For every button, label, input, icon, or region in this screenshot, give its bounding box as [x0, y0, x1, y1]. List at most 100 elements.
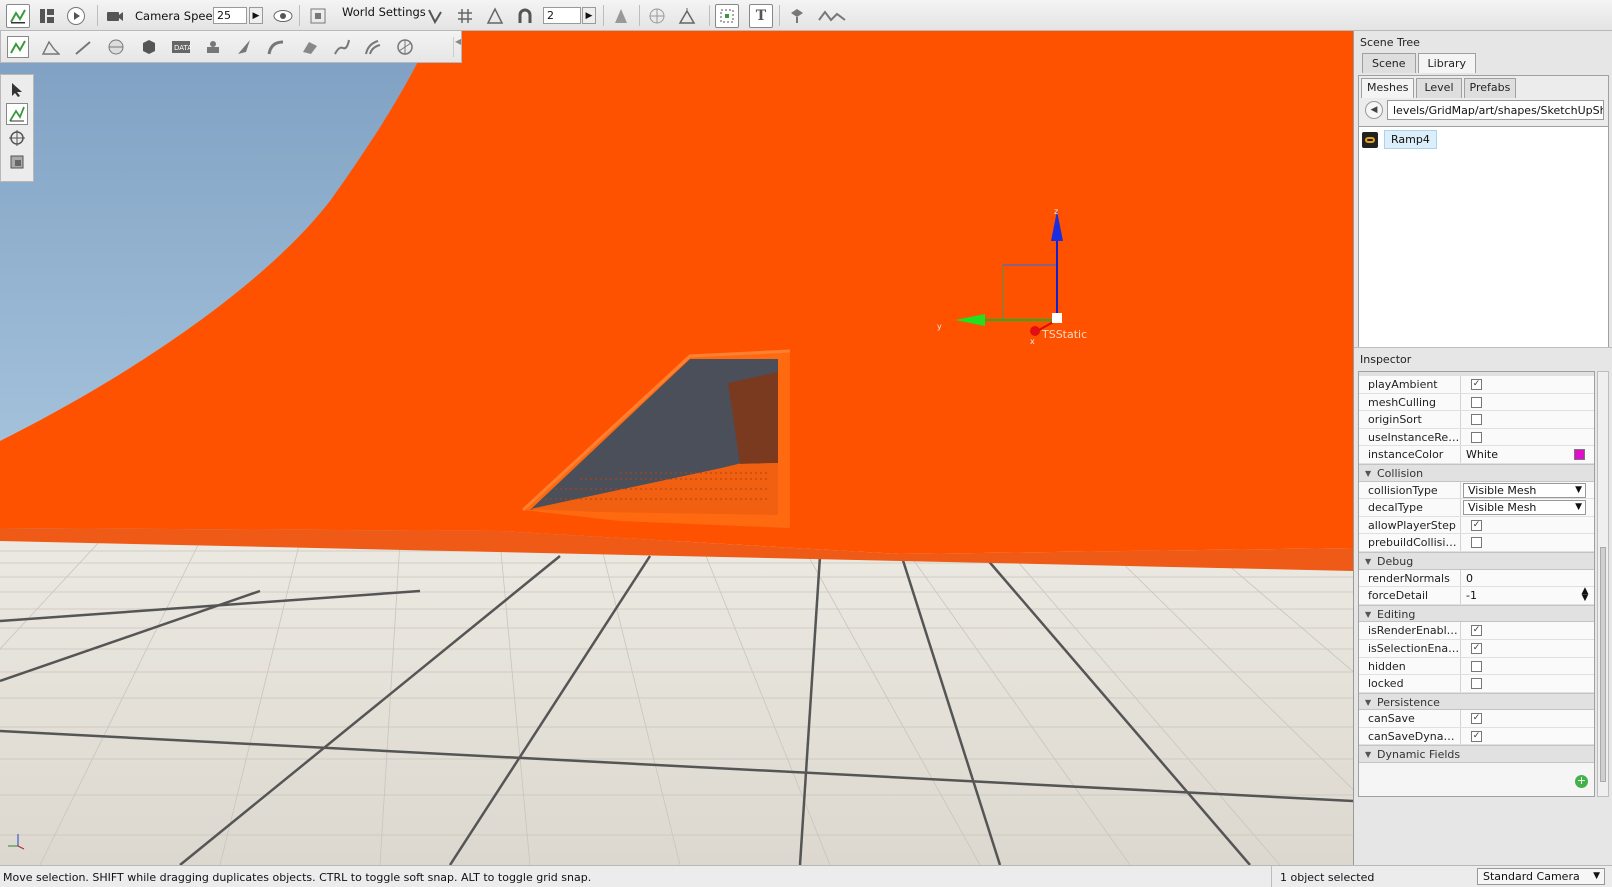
field-label: canSaveDynamic... — [1368, 729, 1460, 743]
section-label: Collision — [1377, 466, 1424, 480]
checkbox[interactable] — [1471, 396, 1482, 408]
checkbox[interactable] — [1471, 431, 1482, 443]
datablock-editor-icon[interactable]: DATA — [170, 36, 192, 58]
field-label: locked — [1368, 677, 1404, 691]
navmesh-editor-icon[interactable] — [394, 36, 416, 58]
gui-editor-icon[interactable] — [35, 4, 59, 28]
camera-speed-field[interactable]: 25 — [213, 7, 247, 24]
text-labels-icon[interactable]: T — [749, 4, 773, 28]
field-row: useInstanceRend... — [1359, 428, 1594, 447]
sketch-tool-icon[interactable] — [138, 36, 160, 58]
list-item[interactable]: Ramp4 — [1362, 130, 1437, 149]
rotate-tool-icon[interactable] — [6, 127, 28, 149]
tab-prefabs[interactable]: Prefabs — [1463, 78, 1517, 98]
play-icon[interactable] — [64, 4, 88, 28]
object-center-icon[interactable] — [609, 4, 633, 28]
field-dropdown[interactable]: Visible Mesh ▼ — [1463, 482, 1586, 498]
section-header[interactable]: ▼ Persistence — [1359, 692, 1594, 711]
field-row: hidden — [1359, 657, 1594, 676]
move-tool-icon[interactable] — [6, 103, 28, 125]
spinner-arrows-icon[interactable]: ▲ ▼ — [1578, 587, 1592, 603]
field-row: allowPlayerStep ✓ — [1359, 516, 1594, 535]
checkbox[interactable] — [1471, 660, 1482, 672]
grid-snap-icon[interactable] — [453, 4, 477, 28]
field-value[interactable]: -1 — [1466, 589, 1477, 602]
checkbox[interactable] — [1471, 414, 1482, 426]
checkbox[interactable] — [1471, 537, 1482, 549]
scene-tree-title: Scene Tree — [1354, 31, 1612, 53]
field-label: playAmbient — [1368, 378, 1438, 391]
terrain-painter-icon[interactable] — [72, 36, 94, 58]
camera-icon[interactable] — [103, 4, 127, 28]
drop-to-terrain-icon[interactable] — [815, 4, 849, 28]
mesh-road-editor-icon[interactable] — [362, 36, 384, 58]
fit-view-icon[interactable] — [306, 4, 330, 28]
checkbox[interactable]: ✓ — [1471, 519, 1482, 531]
section-header[interactable]: ▼ Editing — [1359, 604, 1594, 623]
checkbox[interactable] — [1471, 678, 1482, 690]
scrollbar-thumb[interactable] — [1600, 547, 1606, 782]
road-editor-icon[interactable] — [265, 36, 287, 58]
snap-to-bounds-icon[interactable] — [423, 4, 447, 28]
inspector-scrollbar[interactable] — [1597, 371, 1609, 797]
section-label: Debug — [1377, 554, 1414, 568]
checkbox[interactable]: ✓ — [1471, 625, 1482, 637]
field-row: isRenderEnabled ✓ — [1359, 622, 1594, 640]
main-toolbar: Camera Speed 25 ▶ World Settings 2 ▶ T — [0, 0, 1612, 31]
tab-level[interactable]: Level — [1416, 78, 1462, 98]
collapse-palette-icon[interactable]: ◀ — [453, 37, 461, 57]
field-value[interactable]: 0 — [1466, 572, 1473, 585]
tab-scene[interactable]: Scene — [1362, 53, 1416, 73]
field-dropdown[interactable]: Visible Mesh ▼ — [1463, 500, 1586, 516]
select-box-icon[interactable] — [715, 4, 739, 28]
color-swatch[interactable] — [1574, 449, 1585, 461]
camera-speed-arrow-icon[interactable]: ▶ — [249, 7, 263, 24]
visibility-eye-icon[interactable] — [271, 4, 295, 28]
select-arrow-icon[interactable] — [6, 79, 28, 101]
viewport-scene[interactable]: z y x TSStatic — [0, 31, 1353, 865]
library-subtabs: Meshes Level Prefabs — [1359, 76, 1608, 98]
back-arrow-icon[interactable]: ◀ — [1365, 101, 1383, 119]
tab-library[interactable]: Library — [1417, 53, 1477, 73]
field-value[interactable]: White — [1466, 448, 1498, 461]
checkbox[interactable]: ✓ — [1471, 642, 1482, 654]
camera-mode-dropdown[interactable]: Standard Camera ▼ — [1477, 868, 1605, 885]
world-transform-icon[interactable] — [645, 4, 669, 28]
checkbox[interactable]: ✓ — [1471, 730, 1482, 742]
checkbox[interactable]: ✓ — [1471, 713, 1482, 725]
forest-editor-icon[interactable] — [233, 36, 255, 58]
field-divider — [1460, 376, 1461, 393]
scale-tool-icon[interactable] — [6, 151, 28, 173]
section-header[interactable]: ▼ Collision — [1359, 463, 1594, 482]
decal-editor-icon[interactable] — [299, 36, 321, 58]
particle-editor-icon[interactable] — [202, 36, 224, 58]
object-transform-icon[interactable] — [675, 4, 699, 28]
field-label: forceDetail — [1368, 589, 1429, 603]
toolbar-divider — [299, 5, 300, 26]
snap-value-field[interactable]: 2 — [543, 7, 581, 24]
add-dynamic-field-icon[interactable]: + — [1575, 775, 1588, 788]
section-header[interactable]: ▼ Dynamic Fields — [1359, 745, 1594, 764]
world-editor-icon[interactable] — [6, 4, 30, 28]
field-divider — [1460, 534, 1461, 551]
material-editor-icon[interactable] — [105, 36, 127, 58]
river-editor-icon[interactable] — [331, 36, 353, 58]
field-label: allowPlayerStep — [1368, 518, 1456, 532]
field-label: collisionType — [1368, 483, 1438, 497]
tab-meshes[interactable]: Meshes — [1361, 78, 1415, 98]
checkbox[interactable]: ✓ — [1471, 379, 1482, 390]
3d-viewport[interactable]: z y x TSStatic — [0, 31, 1353, 865]
field-label: decalType — [1368, 501, 1423, 515]
world-editor-tool-icon[interactable] — [7, 36, 29, 58]
terrain-editor-icon[interactable] — [40, 36, 62, 58]
gizmo-x-label: x — [1030, 337, 1035, 346]
magnet-icon[interactable] — [513, 4, 537, 28]
library-path-field[interactable]: levels/GridMap/art/shapes/SketchUpShapes — [1387, 100, 1604, 120]
field-divider — [1460, 569, 1461, 587]
field-label: isSelectionEnabled — [1368, 641, 1460, 655]
snap-value-arrow-icon[interactable]: ▶ — [582, 7, 596, 24]
section-header[interactable]: ▼ Debug — [1359, 551, 1594, 570]
rotation-snap-icon[interactable] — [483, 4, 507, 28]
drop-at-camera-icon[interactable] — [785, 4, 809, 28]
world-settings-label[interactable]: World Settings — [342, 5, 426, 19]
